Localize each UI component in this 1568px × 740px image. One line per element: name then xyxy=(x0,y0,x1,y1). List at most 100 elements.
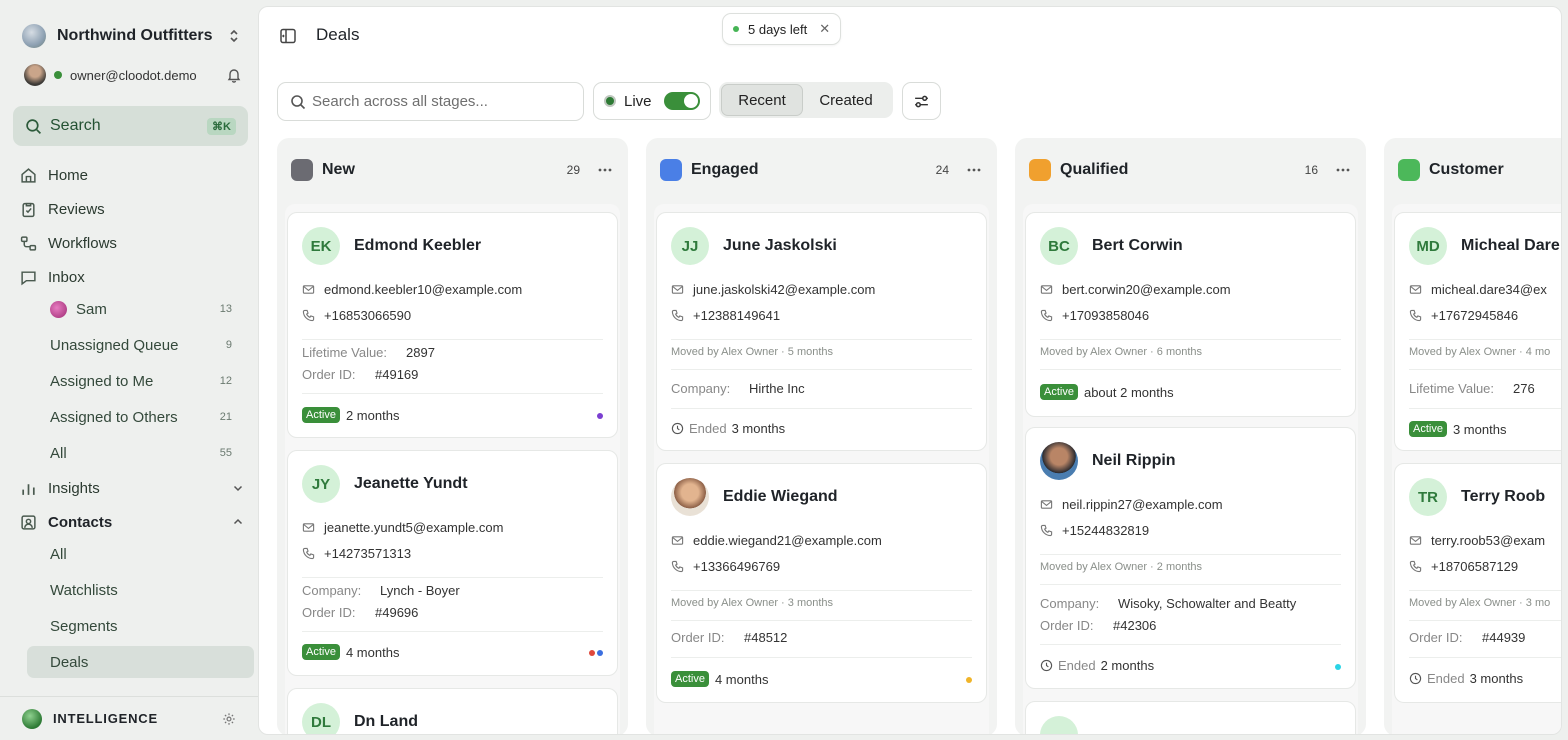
contact-phone: +13366496769 xyxy=(693,558,781,574)
sidebar-item-inbox[interactable]: Inbox xyxy=(20,263,245,291)
inbox-item-sam[interactable]: Sam 13 xyxy=(50,295,232,323)
field-label: Order ID: xyxy=(1409,630,1463,645)
home-icon xyxy=(21,167,36,183)
deal-card[interactable]: Neil Rippin neil.rippin27@example.com +1… xyxy=(1025,427,1356,689)
card-divider xyxy=(302,577,603,578)
column-header: Customer xyxy=(1398,158,1561,182)
live-switch[interactable] xyxy=(664,92,700,110)
inbox-item-all[interactable]: All 55 xyxy=(50,439,232,467)
trial-banner: 5 days left ✕ xyxy=(722,13,842,45)
deal-card[interactable]: EK Edmond Keebler edmond.keebler10@examp… xyxy=(287,212,618,438)
mail-icon xyxy=(1040,284,1053,294)
status-row: Active 2 months xyxy=(302,407,399,423)
field-row: Order ID: #49169 xyxy=(302,367,418,382)
card-divider xyxy=(1409,369,1561,370)
mail-icon xyxy=(302,522,315,532)
search-input[interactable] xyxy=(312,93,562,110)
contact-email: bert.corwin20@example.com xyxy=(1062,281,1231,297)
field-value: #48512 xyxy=(744,630,788,645)
field-label: Order ID: xyxy=(671,630,725,645)
inbox-item-assigned-to-others[interactable]: Assigned to Others 21 xyxy=(50,403,232,431)
inbox-item-assigned-to-me[interactable]: Assigned to Me 12 xyxy=(50,367,232,395)
bell-icon[interactable] xyxy=(226,67,242,83)
card-divider xyxy=(302,339,603,340)
sidebar-item-label: Workflows xyxy=(48,234,117,252)
avatar: BC xyxy=(1040,227,1078,265)
card-divider xyxy=(302,393,603,394)
deal-card[interactable]: BC Bert Corwin bert.corwin20@example.com… xyxy=(1025,212,1356,417)
deal-card[interactable]: JJ June Jaskolski june.jaskolski42@examp… xyxy=(656,212,987,451)
sort-created-button[interactable]: Created xyxy=(803,84,889,116)
email-row: june.jaskolski42@example.com xyxy=(671,280,875,298)
card-divider xyxy=(1409,657,1561,658)
contacts-item-deals[interactable]: Deals xyxy=(50,648,232,676)
card-divider xyxy=(1409,590,1561,591)
contacts-item-segments[interactable]: Segments xyxy=(50,612,232,640)
deal-card[interactable]: DL Dn Land xyxy=(287,688,618,734)
sidebar-item-workflows[interactable]: Workflows xyxy=(20,229,245,257)
deal-card[interactable]: MD Micheal Dare micheal.dare34@ex +17672… xyxy=(1394,212,1561,451)
phone-icon xyxy=(671,309,684,321)
inbox-item-label: Assigned to Others xyxy=(50,408,178,426)
phone-row: +17093858046 xyxy=(1040,306,1149,324)
filter-button[interactable] xyxy=(902,82,941,120)
card-divider xyxy=(671,408,972,409)
field-row: Order ID: #49696 xyxy=(302,605,418,620)
contact-phone: +15244832819 xyxy=(1062,522,1150,538)
sidebar-item-insights[interactable]: Insights xyxy=(20,474,245,502)
status-duration: 2 months xyxy=(1100,658,1155,673)
card-divider xyxy=(1040,644,1341,645)
field-row: Order ID: #44939 xyxy=(1409,630,1525,645)
deal-card[interactable] xyxy=(1025,701,1356,734)
gear-icon[interactable] xyxy=(222,712,236,726)
workspace-name: Northwind Outfitters xyxy=(57,27,213,44)
contact-email: jeanette.yundt5@example.com xyxy=(324,519,504,535)
sidebar-toggle-icon[interactable] xyxy=(279,27,297,45)
contact-name: June Jaskolski xyxy=(723,237,837,254)
intelligence-label[interactable]: INTELLIGENCE xyxy=(53,711,158,726)
email-row: eddie.wiegand21@example.com xyxy=(671,531,882,549)
column-header: Engaged 24 xyxy=(660,158,983,182)
sidebar-item-home[interactable]: Home xyxy=(20,161,245,189)
user-row[interactable]: owner@cloodot.demo xyxy=(24,63,242,87)
status-badge: Active xyxy=(302,644,340,660)
status-duration: 3 months xyxy=(1452,421,1507,437)
search-button[interactable]: Search ⌘K xyxy=(13,106,248,146)
status-badge: Active xyxy=(1040,384,1078,400)
field-value: #49169 xyxy=(375,367,419,382)
deal-card[interactable]: Eddie Wiegand eddie.wiegand21@example.co… xyxy=(656,463,987,703)
field-value: #49696 xyxy=(375,605,419,620)
more-horizontal-icon[interactable] xyxy=(596,161,614,179)
contact-phone: +17093858046 xyxy=(1062,307,1150,323)
search-shortcut: ⌘K xyxy=(207,117,236,135)
status-row: Ended 3 months xyxy=(671,421,785,436)
status-duration: 3 months xyxy=(1469,671,1524,686)
card-divider xyxy=(671,657,972,658)
contacts-item-all[interactable]: All xyxy=(50,540,232,568)
clipboard-check-icon xyxy=(22,202,35,217)
more-horizontal-icon[interactable] xyxy=(1334,161,1352,179)
contact-phone: +16853066590 xyxy=(324,307,412,323)
status-duration: 2 months xyxy=(345,407,400,423)
inbox-item-unassigned[interactable]: Unassigned Queue 9 xyxy=(50,331,232,359)
field-value: Hirthe Inc xyxy=(749,381,805,396)
user-email: owner@cloodot.demo xyxy=(70,67,197,83)
field-label: Company: xyxy=(671,381,731,396)
email-row: neil.rippin27@example.com xyxy=(1040,495,1223,513)
bar-chart-icon xyxy=(22,483,35,495)
live-toggle[interactable]: Live xyxy=(593,82,711,120)
chevron-down-icon xyxy=(233,485,243,492)
sidebar-item-contacts[interactable]: Contacts xyxy=(20,508,245,536)
deal-card[interactable]: TR Terry Roob terry.roob53@exam +1870658… xyxy=(1394,463,1561,703)
contact-email: edmond.keebler10@example.com xyxy=(324,281,523,297)
more-horizontal-icon[interactable] xyxy=(965,161,983,179)
sidebar-item-label: Reviews xyxy=(48,200,105,218)
workspace-switcher[interactable]: Northwind Outfitters xyxy=(22,22,242,50)
sort-recent-button[interactable]: Recent xyxy=(721,84,803,116)
close-icon[interactable]: ✕ xyxy=(819,21,830,37)
page-title: Deals xyxy=(316,25,360,44)
deal-card[interactable]: JY Jeanette Yundt jeanette.yundt5@exampl… xyxy=(287,450,618,676)
sidebar-item-reviews[interactable]: Reviews xyxy=(20,195,245,223)
contacts-item-watchlists[interactable]: Watchlists xyxy=(50,576,232,604)
stage-color-icon xyxy=(660,159,682,181)
